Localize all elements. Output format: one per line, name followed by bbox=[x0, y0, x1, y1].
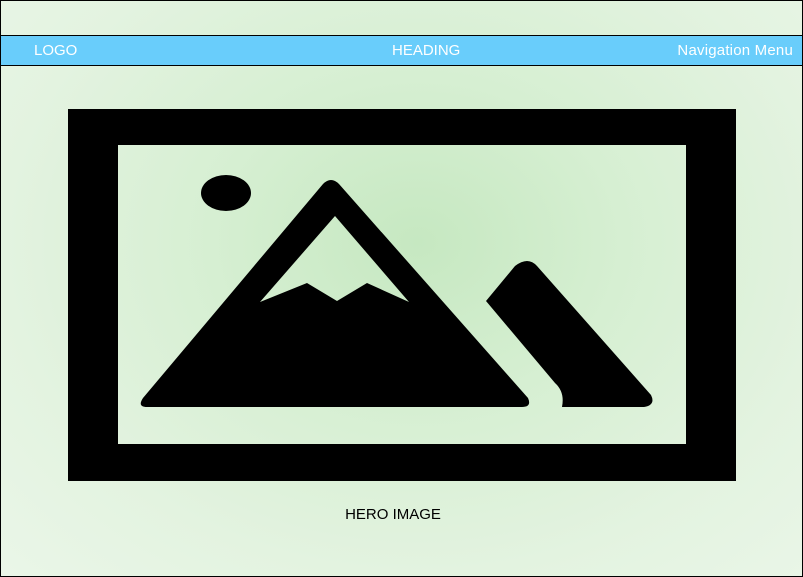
wireframe-page: LOGO HEADING Navigation Menu HERO IMAGE bbox=[0, 0, 803, 577]
hero-caption-text: HERO IMAGE bbox=[345, 506, 441, 523]
page-heading: HEADING bbox=[392, 42, 461, 59]
header-bar: LOGO HEADING Navigation Menu bbox=[1, 35, 802, 66]
logo[interactable]: LOGO bbox=[34, 42, 77, 59]
hero-caption: HERO IMAGE bbox=[1, 506, 802, 523]
image-placeholder-icon bbox=[68, 109, 736, 481]
navigation-menu[interactable]: Navigation Menu bbox=[677, 42, 793, 59]
hero-image bbox=[68, 109, 736, 481]
